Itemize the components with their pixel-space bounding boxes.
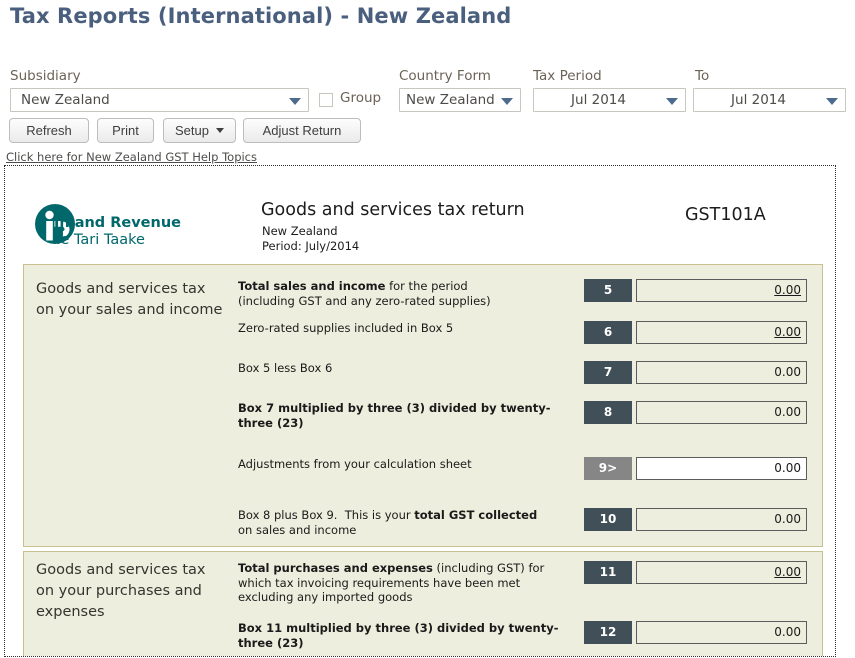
to-period-select[interactable]: Jul 2014	[693, 88, 846, 112]
row-description: Total sales and income for the period(in…	[238, 279, 568, 308]
box-value-12: 0.00	[636, 621, 807, 644]
row-description: Box 8 plus Box 9. This is your total GST…	[238, 508, 568, 537]
gst-help-topics-link[interactable]: Click here for New Zealand GST Help Topi…	[6, 150, 257, 164]
form-country: New Zealand	[262, 224, 359, 239]
to-period-value: Jul 2014	[694, 92, 823, 108]
box-number-11: 11	[584, 561, 632, 584]
tax-period-select[interactable]: Jul 2014	[533, 88, 686, 112]
section-sales-heading: Goods and services tax on your sales and…	[36, 279, 226, 321]
box-value-6-link[interactable]: 0.00	[774, 325, 801, 339]
country-form-value: New Zealand	[406, 92, 495, 108]
page-title: Tax Reports (International) - New Zealan…	[10, 4, 511, 28]
box-value-9-input[interactable]: 0.00	[636, 457, 807, 480]
row-description: Adjustments from your calculation sheet	[238, 457, 568, 472]
form-title: Goods and services tax return	[261, 200, 525, 220]
row-description: Total purchases and expenses (including …	[238, 561, 568, 605]
agency-name-line2: Te Tari Taake	[54, 232, 181, 249]
setup-button[interactable]: Setup	[163, 118, 236, 143]
print-button[interactable]: Print	[97, 118, 154, 143]
agency-name: Inland Revenue Te Tari Taake	[54, 215, 181, 249]
form-period: Period: July/2014	[262, 239, 359, 254]
section-purchases-expenses: Goods and services tax on your purchases…	[23, 551, 823, 657]
tax-period-label: Tax Period	[533, 68, 602, 84]
row-description: Box 11 multiplied by three (3) divided b…	[238, 621, 568, 650]
agency-name-line1: Inland Revenue	[54, 215, 181, 231]
adjust-return-button[interactable]: Adjust Return	[243, 118, 361, 143]
box-value-5[interactable]: 0.00	[636, 279, 807, 302]
box-value-10: 0.00	[636, 508, 807, 531]
box-number-7: 7	[584, 361, 632, 384]
box-number-9[interactable]: 9>	[584, 457, 632, 480]
form-subtitle: New Zealand Period: July/2014	[262, 224, 359, 254]
box-value-8: 0.00	[636, 401, 807, 424]
print-button-label: Print	[112, 119, 139, 142]
section-sales-income: Goods and services tax on your sales and…	[23, 264, 823, 547]
subsidiary-label: Subsidiary	[10, 68, 81, 84]
group-checkbox[interactable]	[319, 93, 333, 107]
refresh-button-label: Refresh	[26, 119, 72, 142]
filter-bar: Subsidiary New Zealand Group Country For…	[0, 62, 855, 152]
box-value-5-link[interactable]: 0.00	[774, 283, 801, 297]
chevron-down-icon	[666, 98, 678, 105]
setup-button-label: Setup	[175, 119, 209, 142]
box-value-6[interactable]: 0.00	[636, 321, 807, 344]
chevron-down-icon	[826, 98, 838, 105]
chevron-down-icon	[501, 98, 513, 105]
report-container: Inland Revenue Te Tari Taake Goods and s…	[4, 165, 836, 657]
country-form-select[interactable]: New Zealand	[399, 88, 521, 112]
box-value-11[interactable]: 0.00	[636, 561, 807, 584]
box-number-12: 12	[584, 621, 632, 644]
box-value-7: 0.00	[636, 361, 807, 384]
form-header: Inland Revenue Te Tari Taake Goods and s…	[5, 166, 835, 261]
subsidiary-value: New Zealand	[21, 92, 110, 108]
box-number-10: 10	[584, 508, 632, 531]
row-description: Zero-rated supplies included in Box 5	[238, 321, 568, 336]
box-number-5: 5	[584, 279, 632, 302]
chevron-down-icon	[289, 98, 301, 105]
box-number-8: 8	[584, 401, 632, 424]
to-period-label: To	[695, 68, 709, 84]
adjust-return-button-label: Adjust Return	[263, 119, 342, 142]
box-number-6: 6	[584, 321, 632, 344]
refresh-button[interactable]: Refresh	[9, 118, 89, 143]
tax-report-page: Tax Reports (International) - New Zealan…	[0, 0, 855, 658]
row-description: Box 7 multiplied by three (3) divided by…	[238, 401, 568, 430]
section-purchases-heading: Goods and services tax on your purchases…	[36, 560, 226, 623]
country-form-label: Country Form	[399, 68, 491, 84]
form-code: GST101A	[685, 205, 766, 225]
box-value-11-link[interactable]: 0.00	[774, 565, 801, 579]
row-description: Box 5 less Box 6	[238, 361, 568, 376]
tax-period-value: Jul 2014	[534, 92, 663, 108]
subsidiary-select[interactable]: New Zealand	[10, 88, 309, 112]
caret-down-icon	[216, 128, 224, 133]
group-label: Group	[340, 90, 381, 106]
